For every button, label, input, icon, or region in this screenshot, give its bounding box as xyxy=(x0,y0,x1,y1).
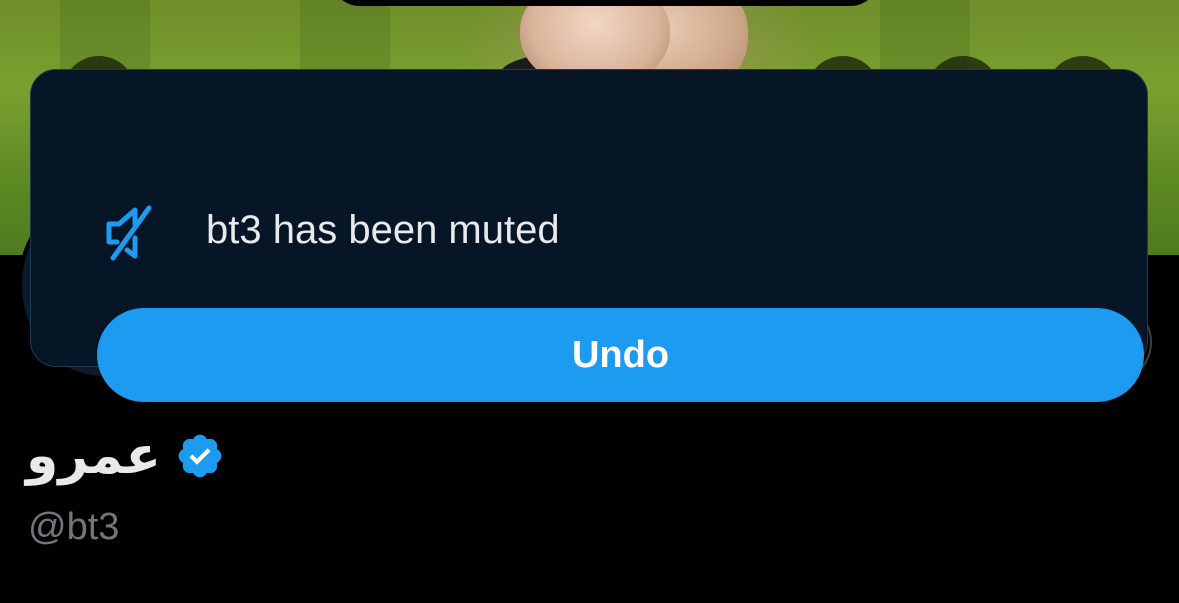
toast-message: bt3 has been muted xyxy=(206,208,560,252)
muted-speaker-icon xyxy=(106,205,152,261)
username-handle: @bt3 xyxy=(28,506,120,548)
device-notch xyxy=(330,0,880,6)
verified-badge-icon[interactable] xyxy=(175,431,225,481)
profile-screen: عمرو @bt3 bt3 has been muted Undo xyxy=(0,0,1179,603)
muted-toast: bt3 has been muted Undo xyxy=(30,69,1148,402)
display-name: عمرو xyxy=(26,426,162,486)
undo-button[interactable]: Undo xyxy=(97,308,1144,402)
display-name-row: عمرو xyxy=(26,426,225,486)
